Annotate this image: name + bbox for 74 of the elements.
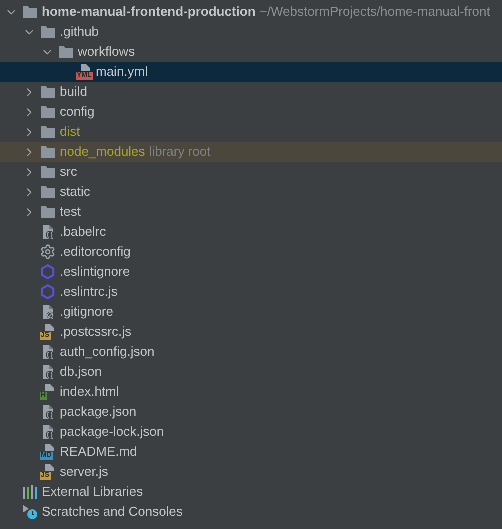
tree-row[interactable]: src [0,162,502,182]
file-icon [45,384,54,391]
json-file-icon [40,404,56,420]
tree-label: README.md [60,443,138,462]
tree-row[interactable]: build [0,82,502,102]
tree-label: test [60,203,81,222]
tree-row[interactable]: auth_config.json [0,342,502,362]
tree-label: .postcssrc.js [60,323,132,342]
tree-label: build [60,83,88,102]
folder-icon [58,45,74,59]
folder-icon [40,105,56,119]
tree-label: db.json [60,363,102,382]
file-icon [45,324,54,331]
tree-row[interactable]: static [0,182,502,202]
gear-icon [40,244,56,260]
tree-label: .gitignore [60,303,114,322]
library-bars-icon [22,485,38,499]
tree-label: home-manual-frontend-production [42,3,256,22]
tree-row[interactable]: .eslintignore [0,262,502,282]
hexagon-icon [40,284,56,300]
tree-label: External Libraries [42,483,144,502]
tree-label: main.yml [96,63,148,82]
tree-row[interactable]: External Libraries [0,482,502,502]
tree-label: index.html [60,383,120,402]
tree-label: package.json [60,403,137,422]
tree-row[interactable]: node_modules library root [0,142,502,162]
tree-row[interactable]: .github [0,22,502,42]
tree-label: auth_config.json [60,343,155,362]
tree-label: node_modules [60,143,146,162]
tree-row[interactable]: .gitignore [0,302,502,322]
tree-label: .editorconfig [60,243,131,262]
tree-row[interactable]: .babelrc [0,222,502,242]
tree-row[interactable]: config [0,102,502,122]
folder-icon [40,145,56,159]
folder-icon [22,5,38,19]
tree-label: .eslintrc.js [60,283,118,302]
library-note: library root [149,143,211,162]
json-file-icon [40,224,56,240]
tree-label: .eslintignore [60,263,130,282]
folder-icon [40,185,56,199]
folder-icon [40,85,56,99]
tree-row[interactable]: dist [0,122,502,142]
scratch-clock-icon [22,504,38,520]
tree-label: workflows [78,43,136,62]
tree-label: dist [60,123,80,142]
folder-icon [40,165,56,179]
tree-label: src [60,163,78,182]
tree-label: .github [60,23,100,42]
folder-icon [40,25,56,39]
tree-label: .babelrc [60,223,106,242]
folder-icon [40,125,56,139]
json-file-icon [40,424,56,440]
tree-row[interactable]: package.json [0,402,502,422]
hexagon-icon [40,264,56,280]
json-file-icon [40,364,56,380]
tree-row[interactable]: package-lock.json [0,422,502,442]
tree-label: config [60,103,95,122]
project-path: ~/WebstormProjects/home-manual-front [260,3,490,22]
json-file-icon [40,344,56,360]
tree-label: static [60,183,90,202]
folder-icon [40,205,56,219]
tree-label: server.js [60,463,108,482]
tree-row[interactable]: db.json [0,362,502,382]
tree-row[interactable]: .editorconfig [0,242,502,262]
file-icon [45,464,54,471]
tree-row[interactable]: home-manual-frontend-production ~/WebstormProjects/home-manual-front [0,2,502,22]
tree-row[interactable]: workflows [0,42,502,62]
tree-label: package-lock.json [60,423,164,442]
ignore-file-icon [40,304,56,320]
tree-row[interactable]: test [0,202,502,222]
tree-row[interactable]: .eslintrc.js [0,282,502,302]
file-icon [45,444,54,451]
tree-row[interactable]: Scratches and Consoles [0,502,502,522]
tree-label: Scratches and Consoles [42,503,183,522]
